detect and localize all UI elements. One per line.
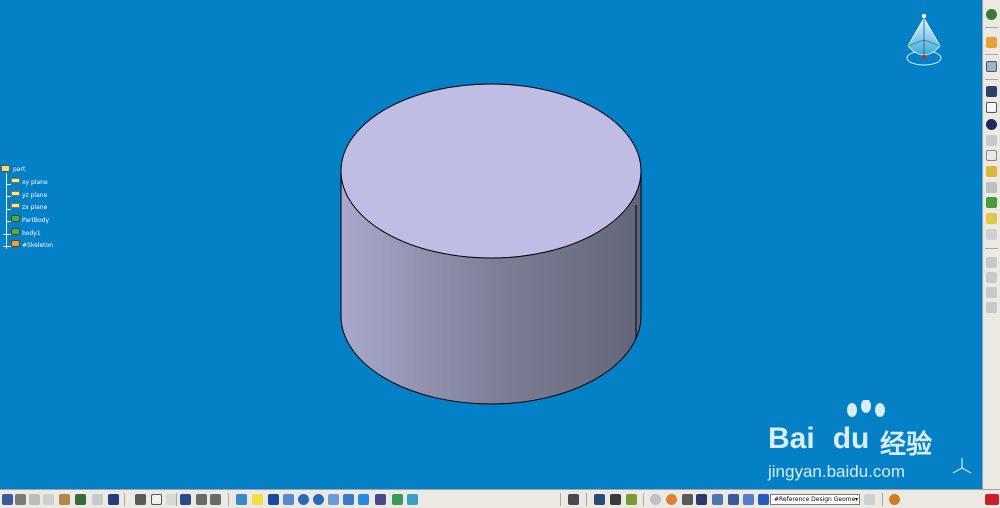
rotate-icon[interactable] bbox=[283, 494, 294, 505]
tree-item-yz-plane[interactable]: yz plane bbox=[22, 192, 47, 199]
cylinder-top-face[interactable] bbox=[340, 83, 642, 259]
shading-icon[interactable] bbox=[375, 494, 386, 505]
watermark-url: jingyan.baidu.com bbox=[768, 462, 906, 481]
right-toolbar bbox=[982, 0, 1000, 489]
expand-icon[interactable] bbox=[864, 494, 875, 505]
filter-icon[interactable] bbox=[728, 494, 739, 505]
cube-icon[interactable] bbox=[986, 197, 997, 208]
table-icon[interactable] bbox=[180, 494, 191, 505]
paste-icon[interactable] bbox=[59, 494, 70, 505]
3d-viewport[interactable]: part xy plane yz plane zx plane PartBody… bbox=[0, 0, 982, 489]
tree-item-zx-plane[interactable]: zx plane bbox=[22, 204, 47, 211]
comment-icon[interactable] bbox=[151, 494, 162, 505]
measure-item-icon[interactable] bbox=[610, 494, 621, 505]
zoom-out-icon[interactable] bbox=[313, 494, 324, 505]
catalog-icon[interactable] bbox=[196, 494, 207, 505]
render-icon[interactable] bbox=[666, 494, 677, 505]
list-icon[interactable] bbox=[743, 494, 754, 505]
body-icon[interactable] bbox=[11, 228, 20, 235]
pencil-icon[interactable] bbox=[986, 182, 997, 193]
tree-item-body1[interactable]: body1 bbox=[22, 230, 41, 237]
select-arrow-icon[interactable] bbox=[986, 37, 997, 48]
save-icon[interactable] bbox=[2, 494, 13, 505]
draft-icon[interactable] bbox=[986, 166, 997, 177]
print-icon[interactable] bbox=[15, 494, 26, 505]
redo-icon[interactable] bbox=[92, 494, 103, 505]
hide-show-icon[interactable] bbox=[392, 494, 403, 505]
geometry-select-value: #Reference Design Geome bbox=[774, 496, 856, 503]
plane-icon[interactable] bbox=[11, 178, 20, 183]
geometry-icon[interactable] bbox=[758, 494, 769, 505]
rectangle-icon[interactable] bbox=[986, 102, 997, 113]
pan-icon[interactable] bbox=[268, 494, 279, 505]
baidu-watermark: Bai du 经验 jingyan.baidu.com bbox=[760, 400, 960, 485]
fit-all-icon[interactable] bbox=[252, 494, 263, 505]
fly-icon[interactable] bbox=[236, 494, 247, 505]
swap-visible-icon[interactable] bbox=[407, 494, 418, 505]
sketch-icon[interactable] bbox=[986, 61, 997, 72]
zoom-in-icon[interactable] bbox=[298, 494, 309, 505]
copy-icon[interactable] bbox=[43, 494, 54, 505]
compass-icon[interactable] bbox=[906, 13, 942, 66]
tree-item-xy-plane[interactable]: xy plane bbox=[22, 179, 48, 186]
catalog-icon[interactable] bbox=[210, 494, 221, 505]
watermark-cn: 经验 bbox=[880, 430, 933, 460]
cylinder-part[interactable] bbox=[340, 83, 642, 405]
iso-view-icon[interactable] bbox=[358, 494, 369, 505]
chevron-down-icon: ▾ bbox=[854, 496, 858, 503]
axis-icon[interactable] bbox=[682, 494, 693, 505]
measure-between-icon[interactable] bbox=[594, 494, 605, 505]
tree-item-skeleton[interactable]: #Skeleton bbox=[22, 242, 53, 249]
help-icon[interactable] bbox=[108, 494, 119, 505]
plane-icon[interactable] bbox=[11, 191, 20, 196]
fillet-icon[interactable] bbox=[986, 135, 997, 146]
app-icon[interactable] bbox=[985, 494, 999, 505]
shaft-icon[interactable] bbox=[986, 119, 997, 130]
tree-item-partbody[interactable]: PartBody bbox=[22, 217, 49, 224]
body-icon[interactable] bbox=[11, 215, 20, 222]
formula-icon[interactable] bbox=[135, 494, 146, 505]
specification-tree: part xy plane yz plane zx plane PartBody… bbox=[0, 162, 90, 257]
watermark-brand: Bai du bbox=[768, 422, 870, 455]
undo-icon[interactable] bbox=[75, 494, 86, 505]
stack-icon[interactable] bbox=[986, 257, 997, 268]
multi-view-icon[interactable] bbox=[343, 494, 354, 505]
chamfer-icon[interactable] bbox=[986, 150, 997, 161]
grid-icon[interactable] bbox=[696, 494, 707, 505]
part-icon[interactable] bbox=[1, 165, 10, 172]
bottom-toolbar: #Reference Design Geome ▾ bbox=[0, 489, 1000, 508]
layer-icon[interactable] bbox=[712, 494, 723, 505]
cut-icon[interactable] bbox=[29, 494, 40, 505]
pad-icon[interactable] bbox=[986, 86, 997, 97]
geometry-select[interactable]: #Reference Design Geome ▾ bbox=[770, 494, 860, 505]
measure-icon[interactable] bbox=[986, 229, 997, 240]
edit-icon[interactable] bbox=[986, 213, 997, 224]
skeleton-icon[interactable] bbox=[11, 240, 20, 247]
tree-item-part[interactable]: part bbox=[13, 166, 25, 173]
stack-icon[interactable] bbox=[986, 302, 997, 313]
mass-icon[interactable] bbox=[626, 494, 637, 505]
snap-icon[interactable] bbox=[650, 494, 661, 505]
update-icon[interactable] bbox=[568, 494, 579, 505]
tools-icon[interactable] bbox=[889, 494, 900, 505]
stack-icon[interactable] bbox=[986, 272, 997, 283]
normal-view-icon[interactable] bbox=[328, 494, 339, 505]
settings-icon[interactable] bbox=[986, 9, 997, 20]
plane-icon[interactable] bbox=[11, 203, 20, 208]
stack-icon[interactable] bbox=[986, 287, 997, 298]
